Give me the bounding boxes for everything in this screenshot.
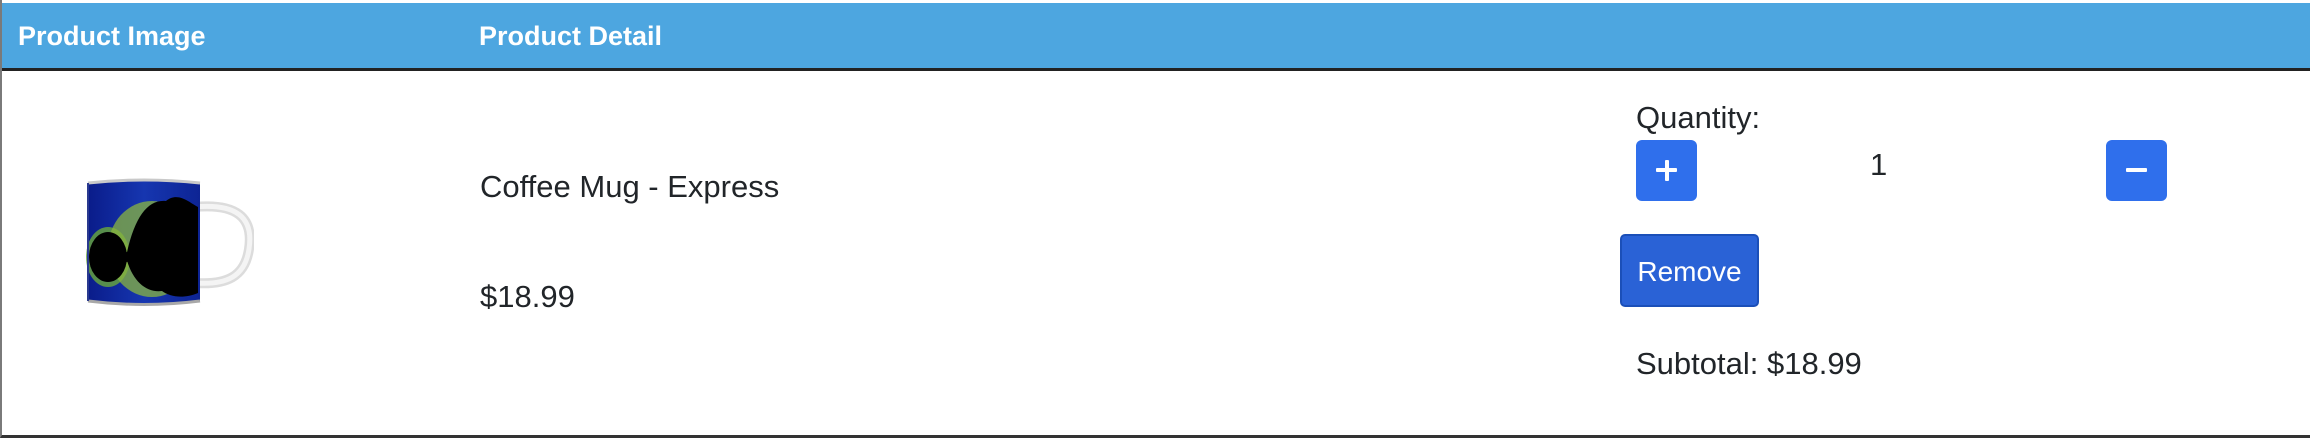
cart-table: Product Image Product Detail Coffee Mug … <box>0 0 2310 438</box>
table-row: Coffee Mug - Express $18.99 Quantity: 1 … <box>2 71 2310 435</box>
quantity-label: Quantity: <box>1636 100 1761 135</box>
header-product-detail: Product Detail <box>479 21 663 51</box>
subtotal: Subtotal: $18.99 <box>1636 346 1862 381</box>
header-product-image: Product Image <box>18 21 206 51</box>
coffee-mug-image <box>86 178 254 306</box>
quantity-value: 1 <box>1870 147 1888 182</box>
decrease-quantity-button[interactable] <box>2106 140 2167 201</box>
remove-button[interactable]: Remove <box>1620 234 1759 307</box>
product-price: $18.99 <box>480 279 575 314</box>
product-name: Coffee Mug - Express <box>480 169 780 204</box>
table-header: Product Image Product Detail <box>2 0 2310 71</box>
increase-quantity-button[interactable] <box>1636 140 1697 201</box>
